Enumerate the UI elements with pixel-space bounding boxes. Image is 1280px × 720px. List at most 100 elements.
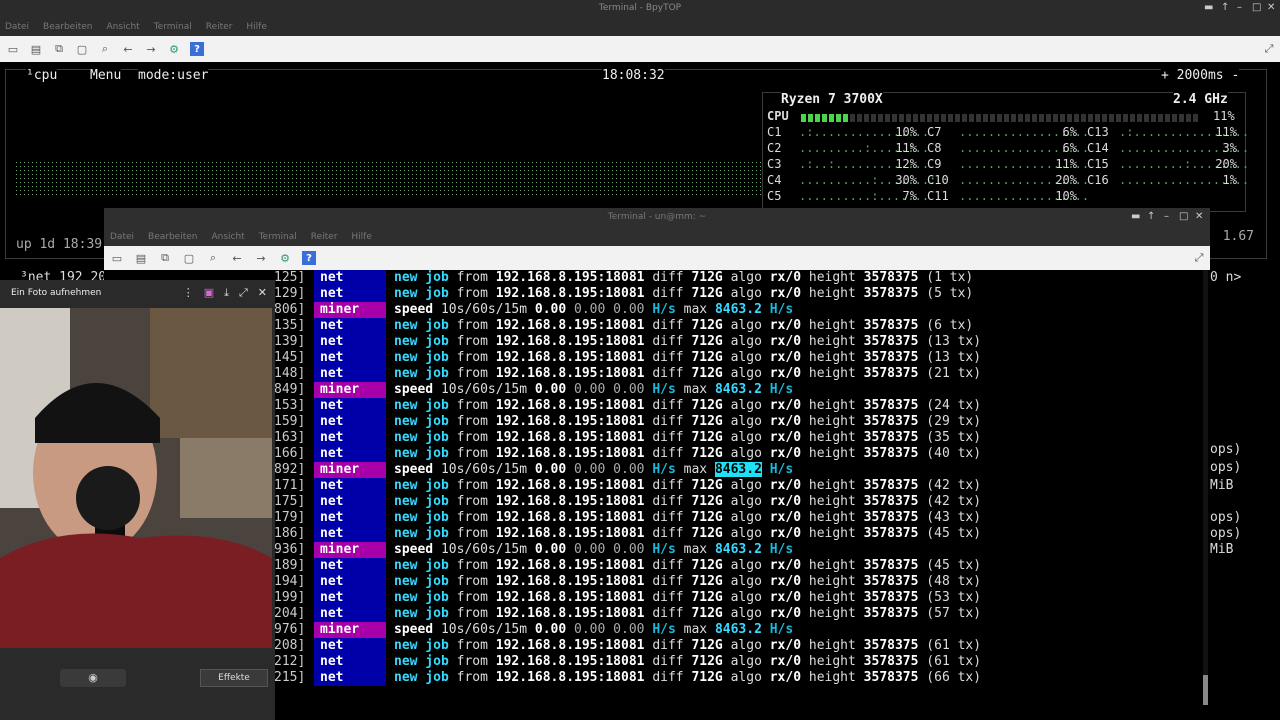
log-message: new job from 192.168.8.195:18081 diff 71… [394,574,982,589]
maximize-icon[interactable]: □ [1252,2,1261,13]
menu-terminal[interactable]: Terminal [154,22,192,32]
paste-icon[interactable]: ▢ [75,42,89,56]
cpu-label[interactable]: ¹cpu [26,69,58,85]
log-line-id: 186] [274,526,306,541]
log-tag-miner: miner [314,302,386,318]
core-pct: 20% [1215,157,1237,171]
log-line: 171] net new job from 192.168.8.195:18081 … [274,478,1200,494]
camera-controls: ◉ Effekte [0,665,272,691]
log-line: 135] net new job from 192.168.8.195:18081 … [274,318,1200,334]
expand-icon[interactable]: ⤢ [239,286,248,300]
shade-icon[interactable]: ▬ [1204,2,1213,13]
log-tag-net: net [314,590,386,606]
log-line: 166] net new job from 192.168.8.195:18081 … [274,446,1200,462]
core-row-c7: C7.................. 6% [927,125,1089,139]
inner-titlebar[interactable]: Terminal - un@mm: ~ ▬ ↑ – □ ✕ [104,208,1210,227]
menu-label[interactable]: Menu [90,69,122,85]
minimize-icon[interactable]: – [1237,2,1242,13]
inner-new-window-icon[interactable]: ▤ [134,251,148,265]
core-label: C2 [767,141,782,155]
log-line: 186] net new job from 192.168.8.195:18081 … [274,526,1200,542]
log-message: speed 10s/60s/15m 0.00 0.00 0.00 H/s max… [394,302,794,317]
side-panel-fragment: 0 n> [1210,270,1242,285]
log-line-id: 159] [274,414,306,429]
core-label: C11 [927,189,949,203]
new-tab-icon[interactable]: ▭ [6,42,20,56]
menu-bearbeiten[interactable]: Bearbeiten [43,22,92,32]
log-tag-miner: miner [314,622,386,638]
menu-ansicht[interactable]: Ansicht [106,22,139,32]
log-line-id: 163] [274,430,306,445]
inner-copy-icon[interactable]: ⧉ [158,251,172,265]
interval-control[interactable]: + 2000ms - [1161,69,1240,85]
inner-menu-datei[interactable]: Datei [110,232,134,242]
log-message: new job from 192.168.8.195:18081 diff 71… [394,414,982,429]
log-message: speed 10s/60s/15m 0.00 0.00 0.00 H/s max… [394,542,794,557]
inner-forward-icon[interactable]: → [254,251,268,265]
inner-paste-icon[interactable]: ▢ [182,251,196,265]
core-pct: 11% [895,141,917,155]
forward-icon[interactable]: → [144,42,158,56]
log-line: 215] net new job from 192.168.8.195:18081 … [274,670,1200,686]
menu-reiter[interactable]: Reiter [206,22,233,32]
log-tag-net: net [314,494,386,510]
log-line: 976] miner speed 10s/60s/15m 0.00 0.00 0.0… [274,622,1200,638]
gallery-icon[interactable]: ▣ [204,286,214,300]
inner-help-icon[interactable]: ? [302,251,316,265]
scrollbar[interactable] [1203,270,1208,705]
new-window-icon[interactable]: ▤ [29,42,43,56]
mode-label[interactable]: mode:user [138,69,209,85]
download-icon[interactable]: ⤓ [224,286,229,300]
webcam-person-image [0,308,272,648]
camera-preview [0,308,272,648]
inner-fullscreen-icon[interactable]: ⤢ [1192,251,1206,265]
inner-maximize-icon[interactable]: □ [1179,211,1188,222]
inner-menu-hilfe[interactable]: Hilfe [351,232,371,242]
close-icon[interactable]: ✕ [1267,2,1275,13]
inner-settings-icon[interactable]: ⚙ [278,251,292,265]
menu-datei[interactable]: Datei [5,22,29,32]
inner-menu-bearbeiten[interactable]: Bearbeiten [148,232,197,242]
log-message: new job from 192.168.8.195:18081 diff 71… [394,318,974,333]
fullscreen-icon[interactable]: ⤢ [1262,42,1276,56]
side-panel-fragment: ops) [1210,460,1242,475]
outer-menubar: Datei Bearbeiten Ansicht Terminal Reiter… [0,18,1280,36]
inner-menu-terminal[interactable]: Terminal [259,232,297,242]
core-pct: 7% [902,189,917,203]
outer-window-titlebar[interactable]: Terminal - BpyTOP ▬ ↑ – □ ✕ [0,0,1280,18]
inner-shade-icon[interactable]: ▬ [1131,211,1140,222]
cpu-graph [16,162,764,196]
inner-close-icon[interactable]: ✕ [1195,211,1203,222]
log-line-id: 215] [274,670,306,685]
search-icon[interactable]: ⌕ [98,42,112,56]
log-message: new job from 192.168.8.195:18081 diff 71… [394,366,982,381]
camera-close-icon[interactable]: ✕ [258,286,267,300]
capture-button[interactable]: ◉ [60,669,126,687]
effects-button[interactable]: Effekte [200,669,268,687]
log-line-id: 208] [274,638,306,653]
log-line-id: 204] [274,606,306,621]
effects-label: Effekte [218,673,250,683]
inner-menu-reiter[interactable]: Reiter [311,232,338,242]
settings-icon[interactable]: ⚙ [167,42,181,56]
inner-minimize-icon[interactable]: – [1164,211,1169,222]
log-line-id: 125] [274,270,306,285]
side-panel-fragment: ops) [1210,442,1242,457]
back-icon[interactable]: ← [121,42,135,56]
more-icon[interactable]: ⋮ [183,286,194,300]
log-line: 148] net new job from 192.168.8.195:18081 … [274,366,1200,382]
clock: 18:08:32 [602,68,665,85]
log-line: 194] net new job from 192.168.8.195:18081 … [274,574,1200,590]
inner-menu-ansicht[interactable]: Ansicht [211,232,244,242]
menu-hilfe[interactable]: Hilfe [246,22,266,32]
scrollbar-thumb[interactable] [1203,675,1208,705]
keep-above-icon[interactable]: ↑ [1221,2,1229,13]
help-icon[interactable]: ? [190,42,204,56]
core-label: C4 [767,173,782,187]
inner-keep-above-icon[interactable]: ↑ [1147,211,1155,222]
inner-back-icon[interactable]: ← [230,251,244,265]
copy-icon[interactable]: ⧉ [52,42,66,56]
inner-search-icon[interactable]: ⌕ [206,251,220,265]
cpu-total-pct: 11% [1213,109,1235,123]
inner-new-tab-icon[interactable]: ▭ [110,251,124,265]
